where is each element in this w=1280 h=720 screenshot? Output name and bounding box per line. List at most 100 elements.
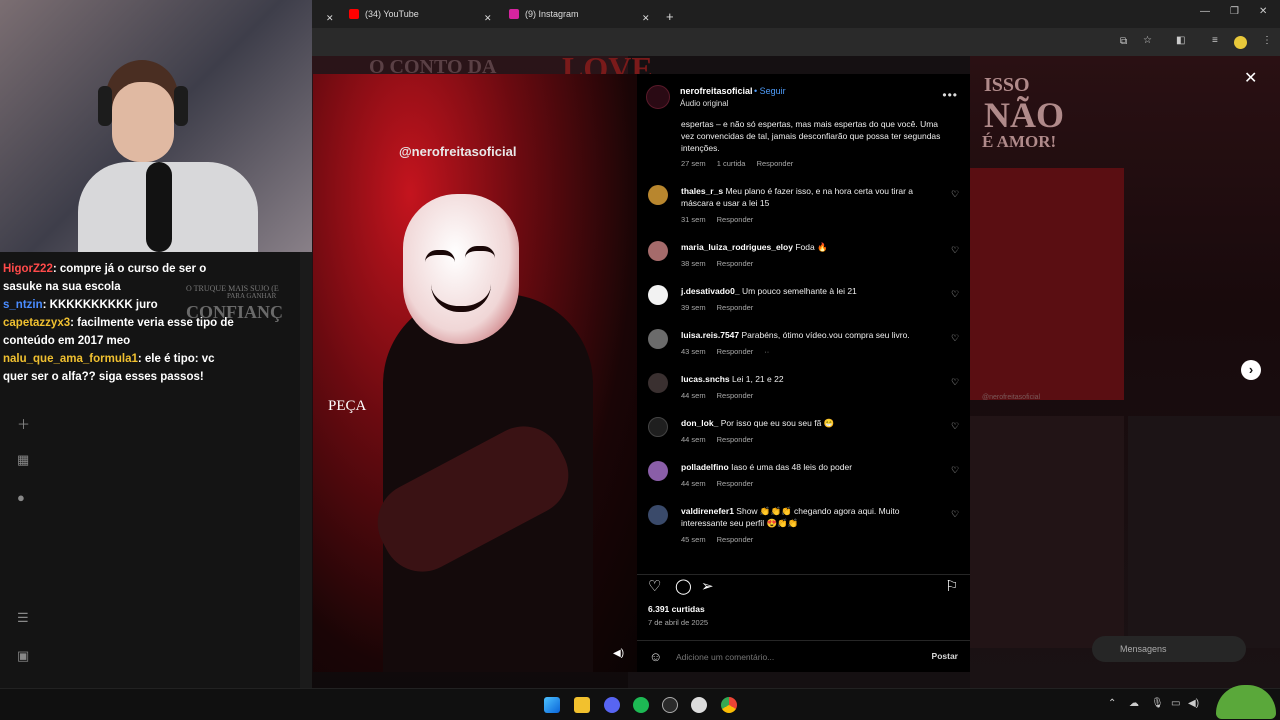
comment-username[interactable]: j.desativado0_ bbox=[681, 286, 740, 296]
discord-icon[interactable] bbox=[604, 697, 620, 713]
heart-icon[interactable]: ♡ bbox=[951, 333, 959, 344]
comment-avatar[interactable] bbox=[648, 285, 668, 305]
network-icon[interactable]: ☁ bbox=[1129, 698, 1139, 709]
comment-text: Iaso é uma das 48 leis do poder bbox=[731, 462, 853, 472]
heart-icon[interactable]: ♡ bbox=[951, 465, 959, 476]
spotify-icon[interactable] bbox=[633, 697, 649, 713]
chevron-up-icon[interactable]: ⌃ bbox=[1108, 698, 1116, 709]
comment-avatar[interactable] bbox=[648, 373, 668, 393]
comment-time: 44 sem bbox=[681, 391, 706, 400]
close-tab-icon[interactable]: ✕ bbox=[642, 8, 650, 28]
speaker-icon[interactable]: ◀) bbox=[1188, 698, 1199, 709]
frog-sticker bbox=[1216, 685, 1276, 719]
comment-body: thales_r_s Meu plano é fazer isso, e na … bbox=[681, 185, 937, 209]
minimize-icon[interactable]: — bbox=[1200, 6, 1210, 17]
media-icon[interactable]: ≡ bbox=[1212, 35, 1218, 46]
reply-button[interactable]: Responder bbox=[717, 347, 754, 356]
caption-reply[interactable]: Responder bbox=[757, 159, 794, 168]
heart-icon[interactable]: ♡ bbox=[951, 509, 959, 520]
close-window-icon[interactable]: ✕ bbox=[1259, 6, 1267, 17]
follow-button[interactable]: • Seguir bbox=[754, 86, 786, 96]
more-icon[interactable]: ••• bbox=[942, 88, 958, 102]
install-icon[interactable]: ⧉ bbox=[1120, 36, 1127, 47]
reply-button[interactable]: Responder bbox=[717, 535, 754, 544]
monitor-icon[interactable]: ▭ bbox=[1171, 698, 1180, 709]
heart-icon[interactable]: ♡ bbox=[951, 377, 959, 388]
kebab-menu-icon[interactable]: ⋮ bbox=[1262, 35, 1272, 46]
grid-icon[interactable]: ▣ bbox=[17, 648, 31, 663]
reply-button[interactable]: Responder bbox=[717, 391, 754, 400]
heart-icon[interactable]: ♡ bbox=[951, 189, 959, 200]
new-tab-icon[interactable]: + bbox=[666, 6, 674, 26]
heart-icon[interactable]: ♡ bbox=[951, 421, 959, 432]
comment-avatar[interactable] bbox=[648, 417, 668, 437]
comment-input[interactable] bbox=[674, 651, 894, 663]
maximize-icon[interactable]: ❐ bbox=[1230, 6, 1239, 17]
comment-item: lucas.snchs Lei 1, 21 e 22 44 sem Respond… bbox=[637, 373, 970, 417]
comment-item: thales_r_s Meu plano é fazer isso, e na … bbox=[637, 185, 970, 229]
webcam-streamer bbox=[78, 58, 258, 252]
comment-avatar[interactable] bbox=[648, 505, 668, 525]
comment-avatar[interactable] bbox=[648, 329, 668, 349]
chat-message: nalu_que_ama_formula1: ele é tipo: vc qu… bbox=[3, 353, 215, 383]
comment-icon[interactable]: ◯ bbox=[675, 577, 692, 595]
likes-count[interactable]: 6.391 curtidas bbox=[648, 604, 705, 614]
reel-watermark: @nerofreitasoficial bbox=[399, 144, 517, 159]
extensions-icon[interactable]: ◧ bbox=[1176, 35, 1185, 46]
author-avatar[interactable] bbox=[646, 85, 670, 109]
post-button[interactable]: Postar bbox=[932, 651, 958, 661]
share-icon[interactable]: ➢ bbox=[701, 577, 714, 595]
close-tab-icon[interactable]: ✕ bbox=[326, 8, 334, 28]
heart-icon[interactable]: ♡ bbox=[951, 289, 959, 300]
messages-button[interactable]: Mensagens bbox=[1092, 636, 1246, 662]
heart-icon[interactable]: ♡ bbox=[648, 577, 661, 595]
bookmark-icon[interactable]: ⚐ bbox=[945, 577, 958, 595]
comment-avatar[interactable] bbox=[648, 241, 668, 261]
comment-username[interactable]: don_lok_ bbox=[681, 418, 718, 428]
menu-icon[interactable]: ☰ bbox=[17, 610, 31, 625]
reply-button[interactable]: Responder bbox=[717, 435, 754, 444]
reply-button[interactable]: Responder bbox=[717, 215, 754, 224]
tab-instagram[interactable]: (9) Instagram bbox=[509, 4, 579, 24]
comment-username[interactable]: maria_luiza_rodrigues_eloy bbox=[681, 242, 793, 252]
volume-icon[interactable]: ◀) bbox=[613, 648, 624, 659]
reply-button[interactable]: Responder bbox=[717, 479, 754, 488]
comment-meta: 44 sem Responder bbox=[681, 391, 764, 400]
reply-button[interactable]: Responder bbox=[717, 303, 754, 312]
post-header: nerofreitasoficial • Seguir Áudio origin… bbox=[637, 74, 970, 120]
comment-username[interactable]: lucas.snchs bbox=[681, 374, 730, 384]
comment-username[interactable]: polladelfino bbox=[681, 462, 729, 472]
comment-username[interactable]: luisa.reis.7547 bbox=[681, 330, 739, 340]
obs-icon[interactable] bbox=[662, 697, 678, 713]
reply-button[interactable]: Responder bbox=[717, 259, 754, 268]
tab-youtube[interactable]: (34) YouTube bbox=[349, 4, 419, 24]
browser-tabbar: ✕ (34) YouTube ✕ (9) Instagram ✕ + — ❐ ✕ bbox=[312, 0, 1280, 28]
close-icon[interactable]: ✕ bbox=[1244, 68, 1257, 88]
chat-username: nalu_que_ama_formula1 bbox=[3, 353, 138, 365]
chrome-icon[interactable] bbox=[721, 697, 737, 713]
chart-icon[interactable]: ▦ bbox=[17, 452, 31, 467]
mic-icon[interactable]: 🎙 bbox=[1151, 698, 1164, 709]
author-username[interactable]: nerofreitasoficial bbox=[680, 86, 753, 96]
chat-username: s_ntzin bbox=[3, 299, 43, 311]
heart-icon[interactable]: ♡ bbox=[951, 245, 959, 256]
comment-username[interactable]: valdirenefer1 bbox=[681, 506, 734, 516]
caption-likes[interactable]: 1 curtida bbox=[717, 159, 746, 168]
comment-username[interactable]: thales_r_s bbox=[681, 186, 723, 196]
app-icon[interactable] bbox=[691, 697, 707, 713]
chevron-right-icon[interactable]: › bbox=[1241, 360, 1261, 380]
plus-icon[interactable]: ＋ bbox=[17, 414, 31, 432]
comment-body: luisa.reis.7547 Parabéns, ótimo vídeo.vo… bbox=[681, 329, 937, 341]
bookmark-star-icon[interactable]: ☆ bbox=[1143, 35, 1152, 46]
reel-video[interactable]: @nerofreitasoficial PEÇA ◀) bbox=[313, 74, 637, 672]
profile-avatar[interactable] bbox=[1234, 36, 1247, 49]
comment-options-icon[interactable]: ·· bbox=[764, 347, 769, 356]
windows-start-icon[interactable] bbox=[544, 697, 560, 713]
file-explorer-icon[interactable] bbox=[574, 697, 590, 713]
avatar-icon[interactable]: ● bbox=[17, 490, 31, 505]
comment-avatar[interactable] bbox=[648, 185, 668, 205]
emoji-icon[interactable]: ☺ bbox=[649, 649, 662, 664]
close-tab-icon[interactable]: ✕ bbox=[484, 8, 492, 28]
comment-avatar[interactable] bbox=[648, 461, 668, 481]
audio-label[interactable]: Áudio original bbox=[680, 99, 728, 108]
